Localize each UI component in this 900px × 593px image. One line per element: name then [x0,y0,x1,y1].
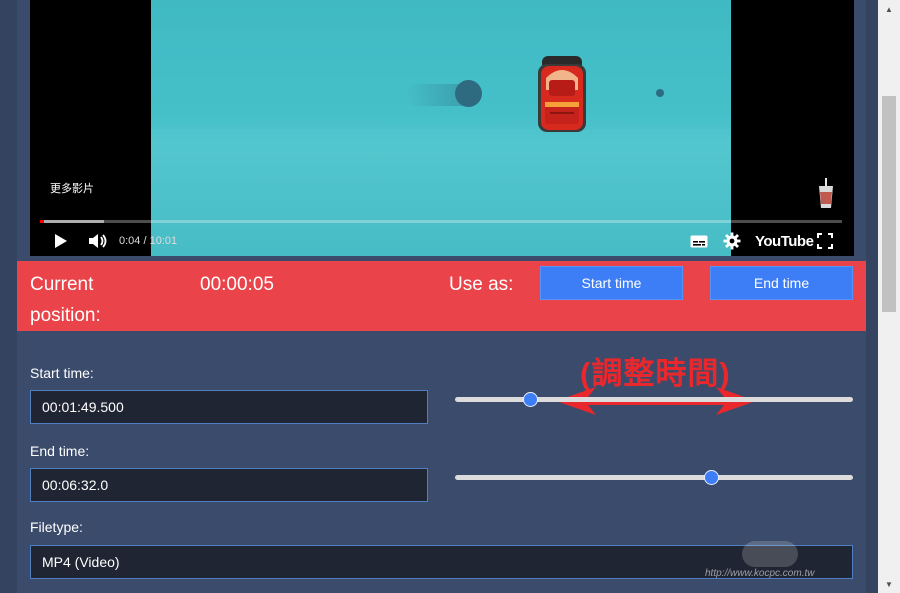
channel-watermark-cup[interactable] [816,178,836,210]
subtitles-button[interactable] [690,228,708,254]
time-total: 10:01 [149,235,178,247]
use-as-label: Use as: [449,274,514,295]
end-time-input[interactable]: 00:06:32.0 [30,468,428,502]
play-button[interactable] [54,228,68,254]
page-scrollbar[interactable]: ▲ ▼ [878,0,900,593]
start-time-slider[interactable] [455,392,853,407]
fullscreen-icon [817,233,833,249]
ball-large [455,80,482,107]
end-time-label: End time: [30,443,90,459]
time-current: 0:04 [119,235,141,247]
ball-small [656,89,664,97]
start-time-input[interactable]: 00:01:49.500 [30,390,428,424]
settings-button[interactable] [723,228,741,254]
scroll-up-arrow-icon[interactable]: ▲ [878,0,900,18]
page-margin-right [866,0,878,593]
volume-icon [89,234,107,248]
start-time-slider-thumb[interactable] [523,392,538,407]
end-time-slider[interactable] [455,470,853,485]
seek-bar-buffered [40,220,104,223]
video-player[interactable]: 更多影片 0:04 / 10:01 YouTube [30,0,854,256]
seek-bar[interactable] [40,220,842,223]
scrollbar-thumb[interactable] [882,96,896,312]
subtitles-icon [690,235,708,247]
current-position-label: Current position: [30,274,101,326]
site-watermark-logo [742,541,798,567]
site-watermark-text: http://www.kocpc.com.tw [705,568,815,579]
fullscreen-button[interactable] [817,228,833,254]
end-time-slider-thumb[interactable] [704,470,719,485]
use-as-end-time-button[interactable]: End time [710,266,853,300]
play-icon [55,234,67,248]
time-readout: 0:04 / 10:01 [119,228,177,254]
youtube-logo[interactable]: YouTube [755,228,814,254]
current-position-bar: Current position: 00:00:05 Use as: Start… [17,261,866,331]
video-frame[interactable] [151,0,731,256]
seek-bar-played [40,220,44,223]
scroll-down-arrow-icon[interactable]: ▼ [878,575,900,593]
current-position-value: 00:00:05 [200,274,274,295]
player-controls: 0:04 / 10:01 YouTube [30,228,854,254]
start-time-label: Start time: [30,365,94,381]
page-margin-left [0,0,17,593]
more-videos-label[interactable]: 更多影片 [50,180,94,196]
filetype-label: Filetype: [30,519,83,535]
volume-button[interactable] [88,228,108,254]
gear-icon [723,232,741,250]
use-as-start-time-button[interactable]: Start time [540,266,683,300]
time-separator: / [143,235,147,247]
backpack-illustration [538,56,586,132]
